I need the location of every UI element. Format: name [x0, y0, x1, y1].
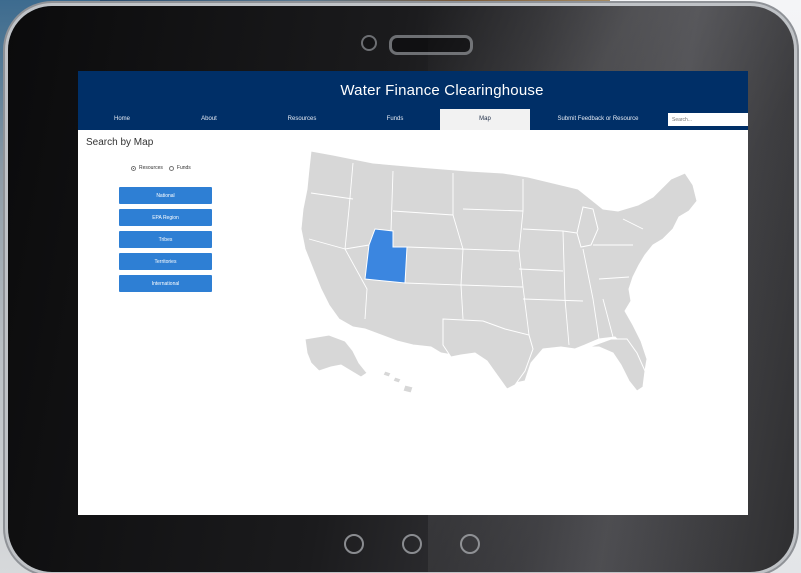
- nav-item-map[interactable]: Map: [440, 109, 530, 130]
- nav-item-about[interactable]: About: [173, 109, 245, 130]
- radio-resources-label: Resources: [139, 165, 163, 171]
- nav-item-submit-feedback[interactable]: Submit Feedback or Resource: [533, 109, 663, 130]
- site-title: Water Finance Clearinghouse: [340, 81, 544, 99]
- nav-item-funds[interactable]: Funds: [359, 109, 431, 130]
- search-input[interactable]: [668, 113, 748, 126]
- radio-resources[interactable]: [131, 165, 136, 171]
- map-alaska[interactable]: [304, 334, 368, 378]
- tablet-screen: Water Finance Clearinghouse Home About R…: [78, 71, 748, 515]
- international-button[interactable]: International: [119, 275, 212, 292]
- hardware-button-left[interactable]: [344, 534, 364, 554]
- filter-radio-group: Resources Funds: [131, 165, 191, 171]
- us-map-svg: [300, 150, 698, 394]
- map-hawaii[interactable]: [382, 370, 414, 394]
- hardware-button-center[interactable]: [402, 534, 422, 554]
- site-header: Water Finance Clearinghouse: [78, 71, 748, 109]
- territories-button[interactable]: Territories: [119, 253, 212, 270]
- main-nav: Home About Resources Funds Map Submit Fe…: [78, 109, 748, 130]
- us-map[interactable]: [293, 149, 713, 409]
- hardware-button-right[interactable]: [460, 534, 480, 554]
- epa-region-button[interactable]: EPA Region: [119, 209, 212, 226]
- speaker-grille: [389, 35, 473, 55]
- tribes-button[interactable]: Tribes: [119, 231, 212, 248]
- nav-item-home[interactable]: Home: [86, 109, 158, 130]
- radio-funds-label: Funds: [176, 165, 191, 171]
- radio-funds[interactable]: [168, 165, 174, 171]
- nav-item-resources[interactable]: Resources: [266, 109, 338, 130]
- national-button[interactable]: National: [119, 187, 212, 204]
- camera-icon: [361, 35, 377, 51]
- page-title: Search by Map: [86, 137, 154, 148]
